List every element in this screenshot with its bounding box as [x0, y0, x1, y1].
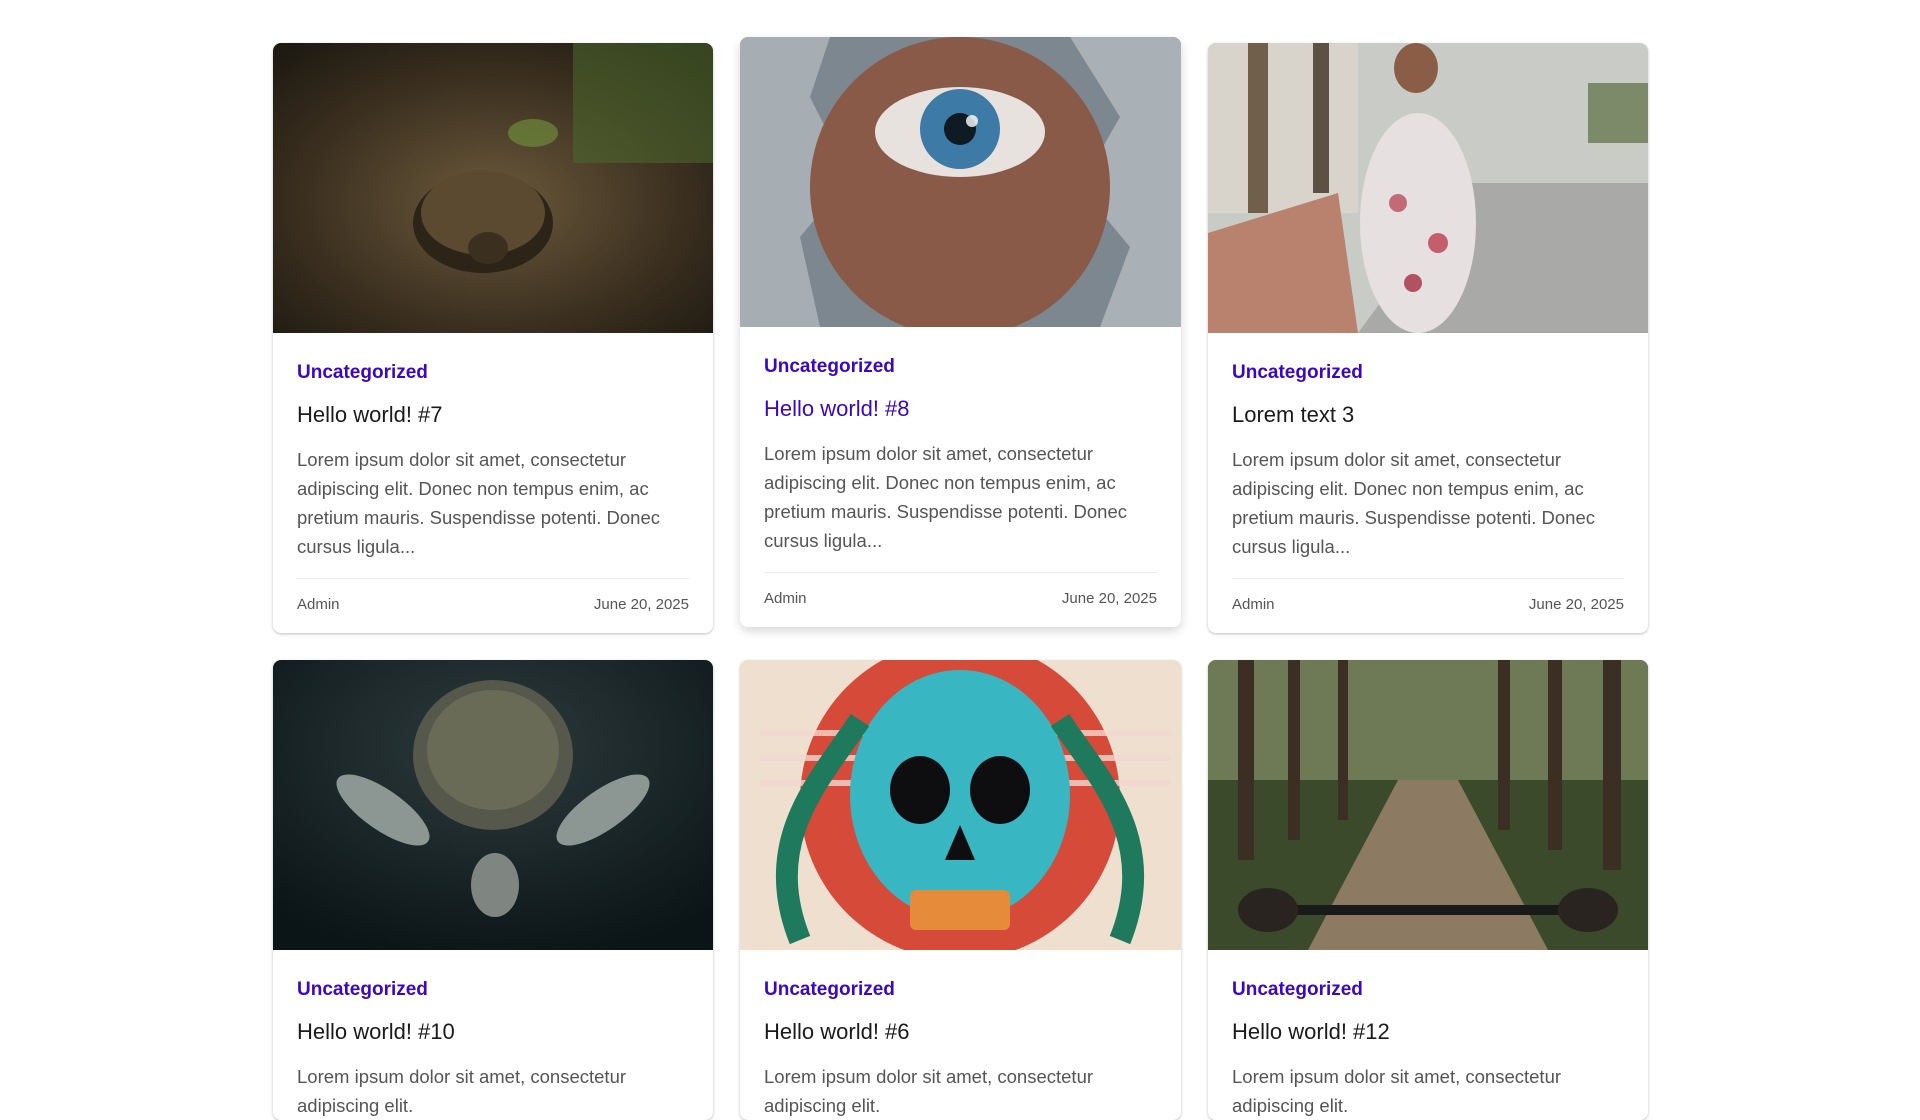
post-thumbnail-image[interactable]: [740, 660, 1181, 950]
post-card[interactable]: Uncategorized Hello world! #12 Lorem ips…: [1208, 660, 1648, 1120]
post-excerpt: Lorem ipsum dolor sit amet, consectetur …: [1232, 449, 1595, 557]
post-category-link[interactable]: Uncategorized: [1232, 979, 1624, 1001]
post-meta: Admin June 20, 2025: [764, 572, 1157, 627]
post-title-link[interactable]: Hello world! #12: [1232, 1019, 1624, 1045]
post-category-link[interactable]: Uncategorized: [764, 356, 1157, 378]
post-title-link[interactable]: Hello world! #10: [297, 1019, 689, 1045]
post-card[interactable]: Uncategorized Hello world! #6 Lorem ipsu…: [740, 660, 1181, 1120]
post-thumbnail-image[interactable]: [273, 43, 713, 333]
post-title-link[interactable]: Lorem text 3: [1232, 402, 1624, 428]
post-excerpt: Lorem ipsum dolor sit amet, consectetur …: [764, 1066, 1094, 1116]
post-category-link[interactable]: Uncategorized: [1232, 362, 1624, 384]
post-excerpt: Lorem ipsum dolor sit amet, consectetur …: [764, 443, 1127, 551]
post-title-link[interactable]: Hello world! #7: [297, 402, 689, 428]
post-meta: Admin June 20, 2025: [1232, 578, 1624, 633]
post-category-link[interactable]: Uncategorized: [297, 362, 689, 384]
posts-grid: Uncategorized Hello world! #7 Lorem ipsu…: [273, 37, 1648, 1120]
post-card[interactable]: Uncategorized Hello world! #7 Lorem ipsu…: [273, 43, 713, 633]
post-card[interactable]: Uncategorized Lorem text 3 Lorem ipsum d…: [1208, 43, 1648, 633]
post-title-link[interactable]: Hello world! #6: [764, 1019, 1157, 1045]
post-thumbnail-image[interactable]: [1208, 43, 1648, 333]
post-card[interactable]: Uncategorized Hello world! #10 Lorem ips…: [273, 660, 713, 1120]
post-date: June 20, 2025: [593, 596, 689, 613]
post-excerpt: Lorem ipsum dolor sit amet, consectetur …: [1232, 1066, 1562, 1116]
post-thumbnail-image[interactable]: [1208, 660, 1648, 950]
post-date: June 20, 2025: [1528, 596, 1624, 613]
post-category-link[interactable]: Uncategorized: [764, 979, 1157, 1001]
post-excerpt: Lorem ipsum dolor sit amet, consectetur …: [297, 1066, 627, 1116]
post-meta: Admin June 20, 2025: [297, 578, 689, 633]
post-thumbnail-image[interactable]: [273, 660, 713, 950]
post-category-link[interactable]: Uncategorized: [297, 979, 689, 1001]
post-author: Admin: [1232, 596, 1275, 613]
post-card[interactable]: Uncategorized Hello world! #8 Lorem ipsu…: [740, 37, 1181, 627]
post-excerpt: Lorem ipsum dolor sit amet, consectetur …: [297, 449, 660, 557]
post-author: Admin: [297, 596, 340, 613]
post-author: Admin: [764, 590, 807, 607]
post-date: June 20, 2025: [1061, 590, 1157, 607]
post-title-link[interactable]: Hello world! #8: [764, 396, 1157, 422]
post-thumbnail-image[interactable]: [740, 37, 1181, 327]
